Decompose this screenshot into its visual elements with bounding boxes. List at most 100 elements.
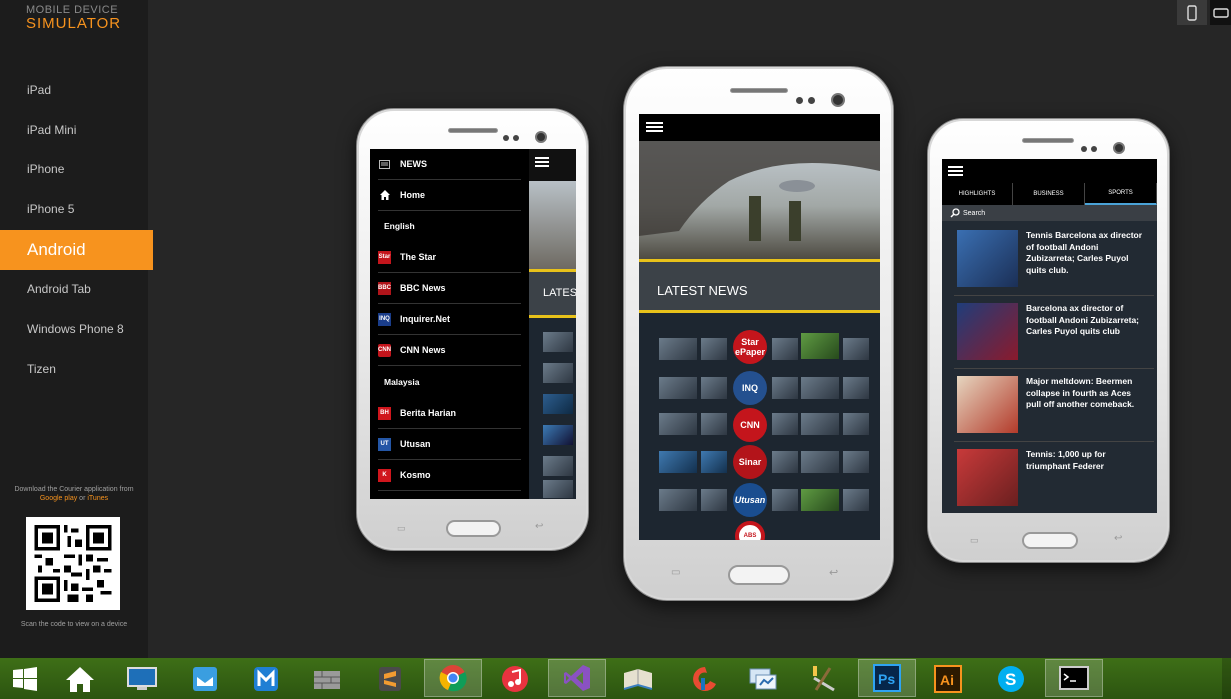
- tab-sports[interactable]: SPORTS: [1085, 183, 1157, 205]
- nav-item-iphone[interactable]: iPhone: [0, 149, 148, 189]
- news-thumb[interactable]: [772, 489, 798, 511]
- drawer-item-utusan[interactable]: UT Utusan: [378, 429, 521, 460]
- news-thumb[interactable]: [659, 489, 697, 511]
- network-icon[interactable]: [745, 661, 781, 697]
- news-thumb[interactable]: [843, 451, 869, 473]
- news-thumb[interactable]: [659, 413, 697, 435]
- photoshop-icon[interactable]: Ps: [858, 659, 916, 697]
- drawer-item-inquirer[interactable]: INQ Inquirer.Net: [378, 304, 521, 335]
- tools-icon[interactable]: [805, 661, 841, 697]
- news-thumb[interactable]: [801, 413, 839, 435]
- mail-icon[interactable]: [187, 661, 223, 697]
- utusan-logo[interactable]: Utusan: [733, 483, 767, 517]
- cnn-logo[interactable]: CNN: [733, 408, 767, 442]
- back-key-icon[interactable]: ↩: [829, 566, 838, 579]
- abs-logo[interactable]: ABS: [735, 521, 765, 540]
- ccleaner-icon[interactable]: [686, 661, 722, 697]
- search-bar[interactable]: Search: [942, 205, 1157, 221]
- news-thumb[interactable]: [772, 338, 798, 360]
- chrome-icon[interactable]: [424, 659, 482, 697]
- search-input[interactable]: Search: [963, 210, 985, 217]
- article-thumb: [957, 303, 1018, 360]
- svg-text:Ps: Ps: [878, 671, 895, 687]
- terminal-icon[interactable]: [1045, 659, 1103, 697]
- news-thumb[interactable]: [843, 338, 869, 360]
- landscape-mode-button[interactable]: [1210, 0, 1231, 25]
- itunes-link[interactable]: iTunes: [87, 495, 108, 502]
- sinar-logo[interactable]: Sinar: [733, 445, 767, 479]
- news-thumb[interactable]: [659, 377, 697, 399]
- windows-start-icon[interactable]: [7, 661, 43, 697]
- nav-item-iphone5[interactable]: iPhone 5: [0, 189, 148, 229]
- itunes-icon[interactable]: [497, 661, 533, 697]
- peek-thumb: [543, 480, 573, 498]
- back-key-icon[interactable]: ↩: [535, 521, 543, 532]
- peek-grid: [529, 318, 576, 499]
- sublime-icon[interactable]: [372, 661, 408, 697]
- news-thumb[interactable]: [801, 489, 839, 511]
- drawer-item-cnn[interactable]: CNN CNN News: [378, 335, 521, 366]
- home-button[interactable]: [446, 520, 501, 537]
- news-thumb[interactable]: [801, 333, 839, 359]
- news-thumb[interactable]: [701, 377, 727, 399]
- download-text: Download the Courier application from: [14, 486, 134, 493]
- news-thumb[interactable]: [772, 413, 798, 435]
- illustrator-icon[interactable]: Ai: [930, 661, 966, 697]
- article-item[interactable]: Major meltdown: Beermen collapse in four…: [954, 369, 1154, 442]
- news-thumb[interactable]: [701, 413, 727, 435]
- nav-item-ipad-mini[interactable]: iPad Mini: [0, 110, 148, 150]
- menu-icon[interactable]: [535, 155, 549, 169]
- drawer-item-berita-harian[interactable]: BH Berita Harian: [378, 398, 521, 429]
- article-item[interactable]: Tennis: 1,000 up for triumphant Federer: [954, 442, 1154, 513]
- nav-item-tizen[interactable]: Tizen: [0, 349, 148, 389]
- monitor-icon[interactable]: [124, 661, 160, 697]
- news-thumb[interactable]: [701, 489, 727, 511]
- nav-item-ipad[interactable]: iPad: [0, 70, 148, 110]
- news-thumb[interactable]: [801, 377, 839, 399]
- show-desktop-button[interactable]: [1222, 658, 1231, 699]
- inq-logo[interactable]: INQ: [733, 371, 767, 405]
- menu-icon[interactable]: [948, 164, 963, 178]
- news-thumb[interactable]: [843, 377, 869, 399]
- article-item[interactable]: Barcelona ax director of football Andoni…: [954, 296, 1154, 369]
- drawer-item-label: BBC News: [400, 283, 446, 293]
- news-thumb[interactable]: [801, 451, 839, 473]
- home-button[interactable]: [1022, 532, 1078, 549]
- portrait-mode-button[interactable]: [1177, 0, 1207, 25]
- home-button[interactable]: [728, 565, 790, 585]
- news-thumb[interactable]: [772, 451, 798, 473]
- tab-highlights[interactable]: HIGHLIGHTS: [942, 183, 1013, 205]
- news-thumb[interactable]: [843, 413, 869, 435]
- drawer-item-kosmo[interactable]: K Kosmo: [378, 460, 521, 491]
- star-logo[interactable]: Star ePaper: [733, 330, 767, 364]
- news-thumb[interactable]: [659, 338, 697, 360]
- drawer-item-the-star[interactable]: Star The Star: [378, 242, 521, 273]
- nav-item-windows-phone[interactable]: Windows Phone 8: [0, 309, 148, 349]
- wall-icon[interactable]: [309, 661, 345, 697]
- phone-left: LATES NEWS Home English Star The Star BB…: [356, 108, 589, 551]
- article-item[interactable]: Tennis Barcelona ax director of football…: [954, 223, 1154, 296]
- menu-key-icon[interactable]: ▭: [671, 567, 680, 578]
- book-icon[interactable]: [620, 661, 656, 697]
- visual-studio-icon[interactable]: [548, 659, 606, 697]
- news-thumb[interactable]: [659, 451, 697, 473]
- nav-item-android-tab[interactable]: Android Tab: [0, 269, 148, 309]
- skype-icon[interactable]: S: [993, 661, 1029, 697]
- drawer-item-home[interactable]: Home: [378, 180, 521, 211]
- google-play-link[interactable]: Google play: [40, 495, 77, 502]
- maxthon-icon[interactable]: [248, 661, 284, 697]
- menu-icon[interactable]: [646, 120, 663, 134]
- back-key-icon[interactable]: ↩: [1114, 533, 1122, 544]
- nav-item-android[interactable]: Android: [0, 230, 153, 270]
- drawer-item-bbc[interactable]: BBC BBC News: [378, 273, 521, 304]
- news-thumb[interactable]: [701, 338, 727, 360]
- news-thumb[interactable]: [772, 377, 798, 399]
- menu-key-icon[interactable]: ▭: [397, 523, 406, 534]
- front-camera: [535, 131, 547, 143]
- news-thumb[interactable]: [701, 451, 727, 473]
- menu-key-icon[interactable]: ▭: [970, 535, 979, 546]
- news-thumb[interactable]: [843, 489, 869, 511]
- tab-business[interactable]: BUSINESS: [1013, 183, 1085, 205]
- berita-harian-logo-icon: BH: [378, 406, 391, 420]
- home-icon[interactable]: [62, 661, 98, 697]
